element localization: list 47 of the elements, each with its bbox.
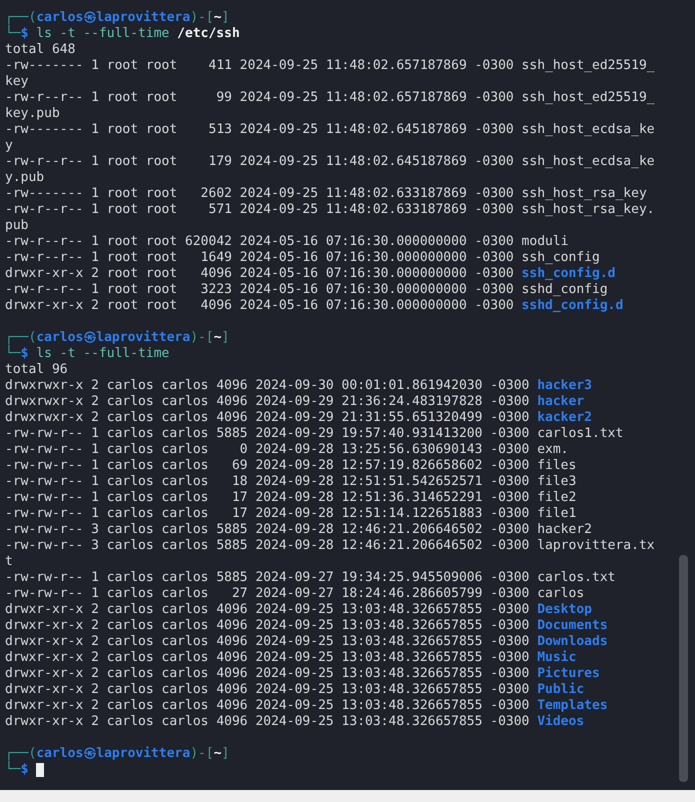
file-listing-line: drwxr-xr-x 2 carlos carlos 4096 2024-09-25 13:03:48.326657855 -0300 Pictures xyxy=(5,666,600,682)
file-listing-line: drwxr-xr-x 2 carlos carlos 4096 2024-09-25 13:03:48.326657855 -0300 Desktop xyxy=(5,602,592,618)
file-listing-line: -rw-rw-r-- 1 carlos carlos 69 2024-09-28 12:57:19.826658602 -0300 files xyxy=(5,458,576,474)
output-line: y xyxy=(5,138,13,154)
scrollbar-thumb[interactable] xyxy=(679,555,688,782)
command-line: └─$ ls -t --full-time /etc/ssh xyxy=(5,26,240,42)
output-line: y.pub xyxy=(5,170,44,186)
file-listing-line: -rw-r--r-- 1 root root 179 2024-09-25 11:48:02.645187869 -0300 ssh_host_ecdsa_ke xyxy=(5,154,655,170)
file-listing-line: drwxr-xr-x 2 root root 4096 2024-05-16 07:16:30.000000000 -0300 sshd_config.d xyxy=(5,298,624,314)
file-listing-line: drwxrwxr-x 2 carlos carlos 4096 2024-09-30 00:01:01.861942030 -0300 hacker3 xyxy=(5,378,592,394)
file-listing-line: drwxr-xr-x 2 carlos carlos 4096 2024-09-25 13:03:48.326657855 -0300 Public xyxy=(5,682,584,698)
file-listing-line: drwxrwxr-x 2 carlos carlos 4096 2024-09-29 21:36:24.483197828 -0300 hacker xyxy=(5,394,584,410)
file-listing-line: -rw-r--r-- 1 root root 620042 2024-05-16 07:16:30.000000000 -0300 moduli xyxy=(5,234,569,250)
file-listing-line: -rw-r--r-- 1 root root 571 2024-09-25 11:48:02.633187869 -0300 ssh_host_rsa_key. xyxy=(5,202,655,218)
file-listing-line: drwxr-xr-x 2 carlos carlos 4096 2024-09-25 13:03:48.326657855 -0300 Documents xyxy=(5,618,608,634)
file-listing-line: -rw-rw-r-- 1 carlos carlos 5885 2024-09-29 19:57:40.931413200 -0300 carlos1.txt xyxy=(5,426,624,442)
file-listing-line: -rw------- 1 root root 2602 2024-09-25 11:48:02.633187869 -0300 ssh_host_rsa_key xyxy=(5,186,647,202)
file-listing-line: -rw-rw-r-- 3 carlos carlos 5885 2024-09-28 12:46:21.206646502 -0300 hacker2 xyxy=(5,522,592,538)
file-listing-line: -rw------- 1 root root 411 2024-09-25 11:48:02.657187869 -0300 ssh_host_ed25519_ xyxy=(5,58,655,74)
file-listing-line: -rw-rw-r-- 1 carlos carlos 18 2024-09-28 12:51:51.542652571 -0300 file3 xyxy=(5,474,576,490)
file-listing-line: -rw-rw-r-- 1 carlos carlos 0 2024-09-28 13:25:56.630690143 -0300 exm. xyxy=(5,442,569,458)
command-line: └─$ xyxy=(5,762,28,778)
output-line: total 648 xyxy=(5,42,76,58)
command-line: └─$ ls -t --full-time xyxy=(5,346,170,362)
output-line: pub xyxy=(5,218,28,234)
file-listing-line: -rw-r--r-- 1 root root 3223 2024-05-16 07:16:30.000000000 -0300 sshd_config xyxy=(5,282,608,298)
file-listing-line: -rw------- 1 root root 513 2024-09-25 11:48:02.645187869 -0300 ssh_host_ecdsa_ke xyxy=(5,122,655,138)
file-listing-line: -rw-rw-r-- 1 carlos carlos 17 2024-09-28 12:51:36.314652291 -0300 file2 xyxy=(5,490,576,506)
prompt-line: ┌──(carlos㉿laprovittera)-[~] xyxy=(5,10,230,25)
file-listing-line: drwxr-xr-x 2 carlos carlos 4096 2024-09-25 13:03:48.326657855 -0300 Music xyxy=(5,650,576,666)
file-listing-line: drwxr-xr-x 2 root root 4096 2024-05-16 07:16:30.000000000 -0300 ssh_config.d xyxy=(5,266,616,282)
file-listing-line: -rw-r--r-- 1 root root 99 2024-09-25 11:48:02.657187869 -0300 ssh_host_ed25519_ xyxy=(5,90,655,106)
file-listing-line: drwxrwxr-x 2 carlos carlos 4096 2024-09-29 21:31:55.651320499 -0300 kacker2 xyxy=(5,410,592,426)
prompt-line: ┌──(carlos㉿laprovittera)-[~] xyxy=(5,746,230,761)
output-line: total 96 xyxy=(5,362,68,378)
output-line: key xyxy=(5,74,28,90)
file-listing-line: drwxr-xr-x 2 carlos carlos 4096 2024-09-25 13:03:48.326657855 -0300 Videos xyxy=(5,714,584,730)
output-line: t xyxy=(5,554,13,570)
file-listing-line: drwxr-xr-x 2 carlos carlos 4096 2024-09-25 13:03:48.326657855 -0300 Downloads xyxy=(5,634,608,650)
file-listing-line: -rw-rw-r-- 1 carlos carlos 17 2024-09-28 12:51:14.122651883 -0300 file1 xyxy=(5,506,576,522)
file-listing-line: -rw-r--r-- 1 root root 1649 2024-05-16 07:16:30.000000000 -0300 ssh_config xyxy=(5,250,600,266)
file-listing-line: drwxr-xr-x 2 carlos carlos 4096 2024-09-25 13:03:48.326657855 -0300 Templates xyxy=(5,698,608,714)
file-listing-line: -rw-rw-r-- 1 carlos carlos 27 2024-09-27 18:24:46.286605799 -0300 carlos xyxy=(5,586,584,602)
prompt-line: ┌──(carlos㉿laprovittera)-[~] xyxy=(5,330,230,345)
file-listing-line: -rw-rw-r-- 3 carlos carlos 5885 2024-09-28 12:46:21.206646502 -0300 laprovittera.tx xyxy=(5,538,655,554)
output-line: key.pub xyxy=(5,106,60,122)
file-listing-line: -rw-rw-r-- 1 carlos carlos 5885 2024-09-27 19:34:25.945509006 -0300 carlos.txt xyxy=(5,570,616,586)
